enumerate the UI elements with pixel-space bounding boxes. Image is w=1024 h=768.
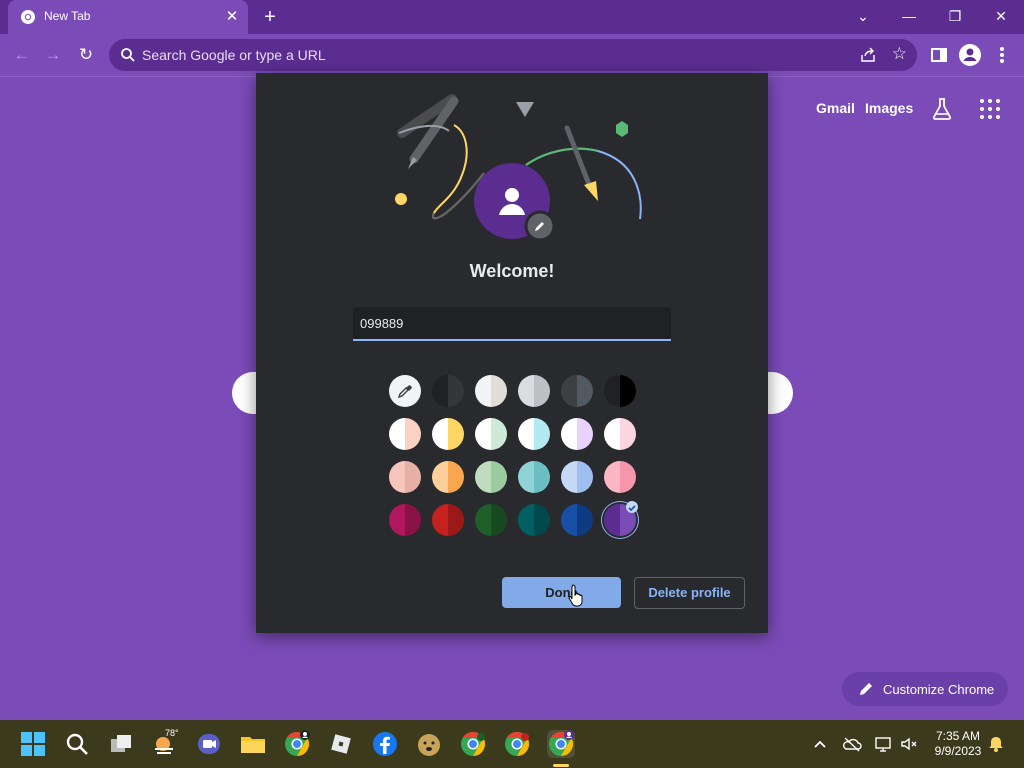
system-clock[interactable]: 7:35 AM 9/9/2023 (928, 729, 988, 759)
color-swatch[interactable] (475, 504, 507, 536)
color-swatch[interactable] (604, 461, 636, 493)
windows-start-icon[interactable] (19, 730, 47, 758)
customize-chrome-button[interactable]: Customize Chrome (842, 672, 1008, 706)
tab-search-icon[interactable]: ⌄ (850, 5, 876, 27)
chrome-active-profile-icon[interactable] (547, 730, 575, 758)
forward-icon[interactable]: → (41, 43, 65, 67)
color-swatch[interactable] (518, 461, 550, 493)
task-view-icon[interactable] (107, 730, 135, 758)
weather-widget-icon[interactable]: 78° (151, 728, 179, 758)
clock-date: 9/9/2023 (934, 744, 982, 758)
color-swatch[interactable] (432, 375, 464, 407)
profile-name-input[interactable] (353, 307, 660, 339)
onedrive-icon[interactable] (842, 734, 862, 754)
restore-icon[interactable]: ❐ (942, 5, 968, 27)
side-panel-icon[interactable] (927, 43, 951, 67)
color-swatch[interactable] (604, 375, 636, 407)
tab-title: New Tab (44, 9, 91, 23)
profile-avatar-icon[interactable] (958, 43, 982, 67)
color-swatch[interactable] (604, 418, 636, 450)
selected-check-icon (626, 501, 638, 513)
share-icon[interactable] (859, 46, 877, 64)
color-swatch[interactable] (561, 418, 593, 450)
chrome-icon (20, 9, 36, 25)
custom-color-picker-button[interactable] (389, 375, 421, 407)
pencil-icon (858, 681, 874, 697)
chrome-profile-2-icon[interactable] (459, 730, 487, 758)
teams-chat-icon[interactable] (195, 730, 223, 758)
weather-temp: 78° (165, 728, 179, 738)
clock-time: 7:35 AM (935, 729, 981, 743)
color-swatch[interactable] (389, 461, 421, 493)
search-taskbar-icon[interactable] (63, 730, 91, 758)
reload-icon[interactable]: ↻ (74, 43, 98, 67)
browser-toolbar: ← → ↻ Search Google or type a URL ☆ (0, 34, 1024, 77)
chevron-up-icon[interactable] (810, 734, 830, 754)
volume-muted-icon[interactable] (899, 734, 919, 754)
roblox-icon[interactable] (327, 730, 355, 758)
omnibox[interactable]: Search Google or type a URL ☆ (109, 39, 917, 71)
color-swatch[interactable] (432, 504, 464, 536)
close-window-icon[interactable]: ✕ (988, 5, 1014, 27)
delete-profile-button[interactable]: Delete profile (634, 577, 745, 609)
search-icon (120, 47, 136, 63)
color-swatch[interactable] (432, 418, 464, 450)
color-swatch[interactable] (475, 375, 507, 407)
eyedropper-icon (397, 385, 412, 399)
facebook-icon[interactable] (371, 730, 399, 758)
profile-customization-dialog: Welcome! Done Delete profile (256, 73, 768, 633)
menu-kebab-icon[interactable] (990, 43, 1014, 67)
new-tab-button[interactable]: + (258, 6, 282, 30)
color-swatch[interactable] (475, 461, 507, 493)
color-swatch[interactable] (475, 418, 507, 450)
done-button[interactable]: Done (502, 577, 621, 608)
notification-bell-icon[interactable] (986, 734, 1006, 754)
gmail-link[interactable]: Gmail (816, 100, 855, 116)
tab-new-tab[interactable]: New Tab ✕ (8, 0, 248, 34)
color-swatch[interactable] (518, 504, 550, 536)
minimize-icon[interactable]: — (896, 5, 922, 27)
color-swatch[interactable] (561, 504, 593, 536)
bookmark-star-icon[interactable]: ☆ (892, 44, 907, 64)
images-link[interactable]: Images (865, 100, 913, 116)
welcome-illustration (395, 94, 642, 242)
color-swatch-grid (389, 375, 639, 539)
chrome-profile-1-icon[interactable] (283, 730, 311, 758)
chrome-profile-3-icon[interactable] (503, 730, 531, 758)
network-icon[interactable] (873, 734, 893, 754)
color-swatch[interactable] (561, 375, 593, 407)
labs-flask-icon[interactable] (931, 97, 953, 121)
close-tab-icon[interactable]: ✕ (222, 7, 242, 27)
active-app-indicator (553, 764, 569, 767)
windows-taskbar: 78° (0, 720, 1024, 768)
tab-strip: New Tab ✕ + ⌄ — ❐ ✕ (0, 0, 1024, 34)
hand-cursor-icon (568, 583, 586, 607)
color-swatch[interactable] (518, 418, 550, 450)
color-swatch[interactable] (389, 418, 421, 450)
color-swatch[interactable] (518, 375, 550, 407)
back-icon[interactable]: ← (10, 43, 34, 67)
color-swatch[interactable] (561, 461, 593, 493)
dialog-title: Welcome! (469, 261, 555, 281)
color-swatch[interactable] (389, 504, 421, 536)
doge-app-icon[interactable] (415, 730, 443, 758)
color-swatch[interactable] (432, 461, 464, 493)
profile-name-field[interactable] (353, 307, 671, 341)
file-explorer-icon[interactable] (239, 730, 267, 758)
customize-label: Customize Chrome (883, 682, 995, 697)
omnibox-placeholder: Search Google or type a URL (142, 47, 326, 63)
google-apps-icon[interactable] (980, 99, 1000, 119)
